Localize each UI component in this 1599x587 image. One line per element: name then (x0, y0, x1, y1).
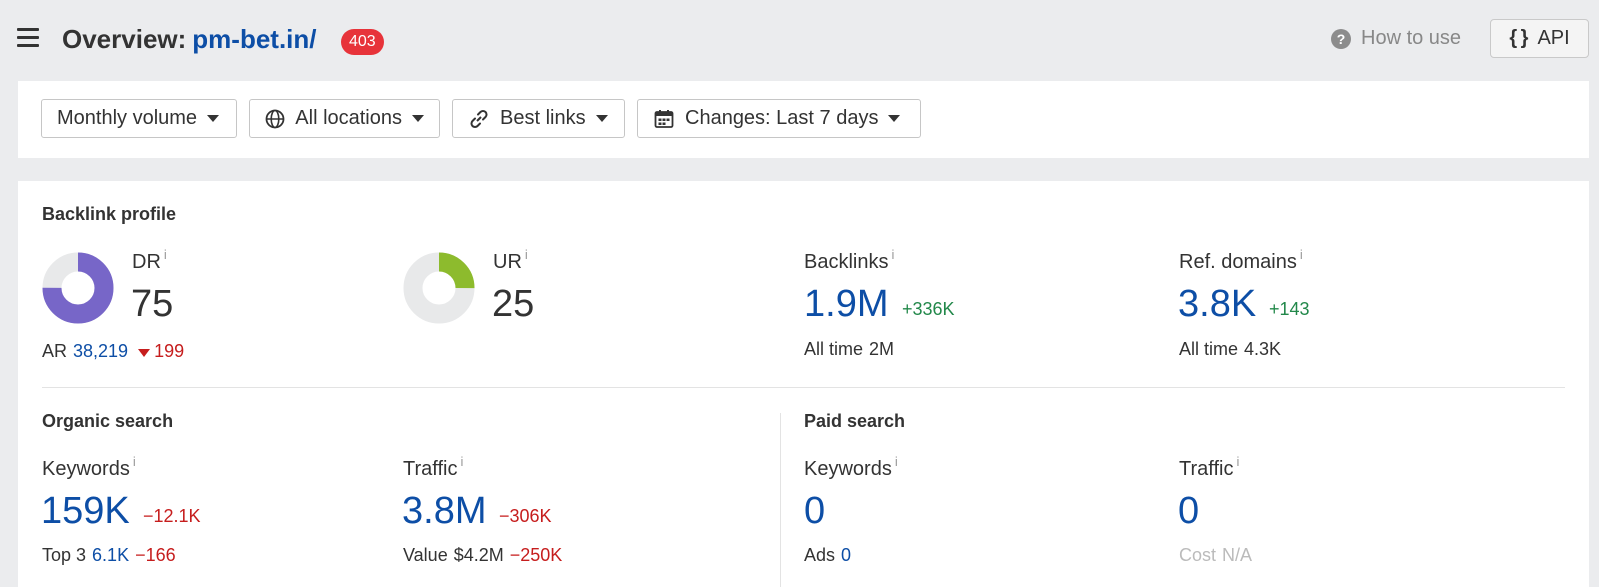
changes-period-label: Changes: Last 7 days (685, 107, 879, 129)
locations-dropdown[interactable]: All locations (249, 99, 440, 138)
filter-bar: Monthly volume All locations Best links … (18, 81, 1589, 158)
info-icon[interactable]: i (525, 247, 528, 262)
menu-icon[interactable] (17, 28, 39, 48)
link-icon (468, 108, 490, 130)
title-prefix: Overview: (62, 24, 187, 54)
backlinks-label[interactable]: Backlinks i (804, 247, 894, 274)
ref-domains-change: +143 (1269, 299, 1310, 319)
backlinks-value[interactable]: 1.9M (804, 283, 888, 326)
organic-keywords-label[interactable]: Keywords i (42, 454, 136, 481)
caret-down-icon (888, 115, 901, 122)
ads-value[interactable]: 0 (841, 545, 851, 565)
dr-gauge (42, 252, 114, 324)
changes-period-dropdown[interactable]: Changes: Last 7 days (637, 99, 921, 138)
caret-down-icon (207, 115, 220, 122)
ar-change: 199 (154, 341, 185, 361)
ar-label: AR (42, 341, 68, 361)
locations-label: All locations (295, 107, 402, 129)
monthly-volume-label: Monthly volume (57, 107, 198, 129)
ur-gauge (403, 252, 475, 324)
info-icon[interactable]: i (1300, 247, 1303, 262)
organic-keywords-change: −12.1K (143, 506, 201, 526)
ref-domains-value[interactable]: 3.8K (1178, 283, 1256, 326)
api-label: API (1537, 27, 1570, 49)
ref-domains-all-time: All time 4.3K (1179, 339, 1282, 359)
organic-keywords-value[interactable]: 159K (41, 490, 130, 533)
info-icon[interactable]: i (895, 454, 898, 469)
backlinks-all-time: All time 2M (804, 339, 895, 359)
paid-traffic-label[interactable]: Traffic i (1179, 454, 1239, 481)
triangle-down-icon (138, 349, 151, 357)
caret-down-icon (595, 115, 608, 122)
status-badge: 403 (341, 29, 384, 55)
column-divider (780, 413, 781, 587)
organic-search-title: Organic search (42, 411, 174, 431)
ads-row: Ads 0 (804, 545, 852, 565)
info-icon[interactable]: i (1236, 454, 1239, 469)
monthly-volume-dropdown[interactable]: Monthly volume (41, 99, 237, 138)
ar-row: AR 38,219 199 (42, 341, 184, 362)
best-links-label: Best links (500, 107, 586, 129)
calendar-icon (653, 108, 675, 130)
traffic-value-row: Value $4.2M −250K (403, 545, 563, 565)
ur-value: 25 (492, 283, 535, 325)
top3-value[interactable]: 6.1K (92, 545, 129, 565)
section-divider (42, 387, 1565, 388)
organic-traffic-value[interactable]: 3.8M (402, 490, 486, 533)
backlink-profile-title: Backlink profile (42, 204, 177, 224)
ref-domains-label[interactable]: Ref. domains i (1179, 247, 1303, 274)
braces-icon: { } (1509, 27, 1528, 49)
organic-traffic-label[interactable]: Traffic i (403, 454, 463, 481)
globe-icon (265, 108, 285, 130)
ur-label[interactable]: UR i (493, 247, 528, 274)
how-to-use-label: How to use (1361, 27, 1462, 49)
dr-label[interactable]: DR i (132, 247, 167, 274)
overview-panel: Backlink profile DR i 75 AR 38,219 199 UR i … (18, 181, 1589, 587)
paid-search-title: Paid search (804, 411, 906, 431)
info-icon[interactable]: i (891, 247, 894, 262)
top3-row: Top 3 6.1K −166 (42, 545, 176, 565)
info-icon[interactable]: i (164, 247, 167, 262)
caret-down-icon (412, 115, 424, 122)
paid-keywords-value[interactable]: 0 (804, 490, 825, 533)
paid-traffic-value[interactable]: 0 (1178, 490, 1199, 533)
question-icon: ? (1331, 28, 1351, 49)
backlinks-change: +336K (902, 299, 955, 319)
api-button[interactable]: { } API (1490, 19, 1589, 58)
header: Overview: pm-bet.in/ 403 ? How to use { }… (0, 0, 1599, 80)
cost-row: Cost N/A (1179, 545, 1253, 565)
info-icon[interactable]: i (460, 454, 463, 469)
dr-value: 75 (131, 283, 174, 325)
best-links-dropdown[interactable]: Best links (452, 99, 625, 138)
info-icon[interactable]: i (133, 454, 136, 469)
how-to-use-link[interactable]: ? How to use (1331, 27, 1461, 50)
ar-value[interactable]: 38,219 (73, 341, 128, 361)
page-title: Overview: pm-bet.in/ (62, 24, 317, 55)
target-domain-link[interactable]: pm-bet.in/ (192, 24, 316, 54)
organic-traffic-change: −306K (499, 506, 552, 526)
paid-keywords-label[interactable]: Keywords i (804, 454, 898, 481)
